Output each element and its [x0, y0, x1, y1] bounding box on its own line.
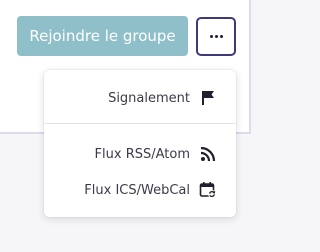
options-dropdown-menu: Signalement Flux RSS/Atom Flux ICS/WebCa…	[44, 70, 236, 217]
more-options-button[interactable]	[196, 17, 236, 56]
menu-item-ics[interactable]: Flux ICS/WebCal	[44, 172, 236, 208]
calendar-sync-icon	[198, 180, 218, 200]
menu-item-rss-label: Flux RSS/Atom	[94, 146, 190, 162]
menu-item-report-label: Signalement	[108, 90, 190, 106]
menu-divider	[44, 123, 236, 124]
flag-icon	[198, 88, 218, 108]
menu-item-report[interactable]: Signalement	[44, 80, 236, 116]
more-horizontal-icon	[209, 35, 213, 38]
more-horizontal-icon-dot	[219, 35, 223, 38]
join-group-button[interactable]: Rejoindre le groupe	[17, 16, 188, 56]
more-horizontal-icon-dot	[214, 35, 218, 38]
menu-item-rss[interactable]: Flux RSS/Atom	[44, 136, 236, 172]
rss-icon	[198, 144, 218, 164]
menu-item-ics-label: Flux ICS/WebCal	[84, 182, 190, 198]
